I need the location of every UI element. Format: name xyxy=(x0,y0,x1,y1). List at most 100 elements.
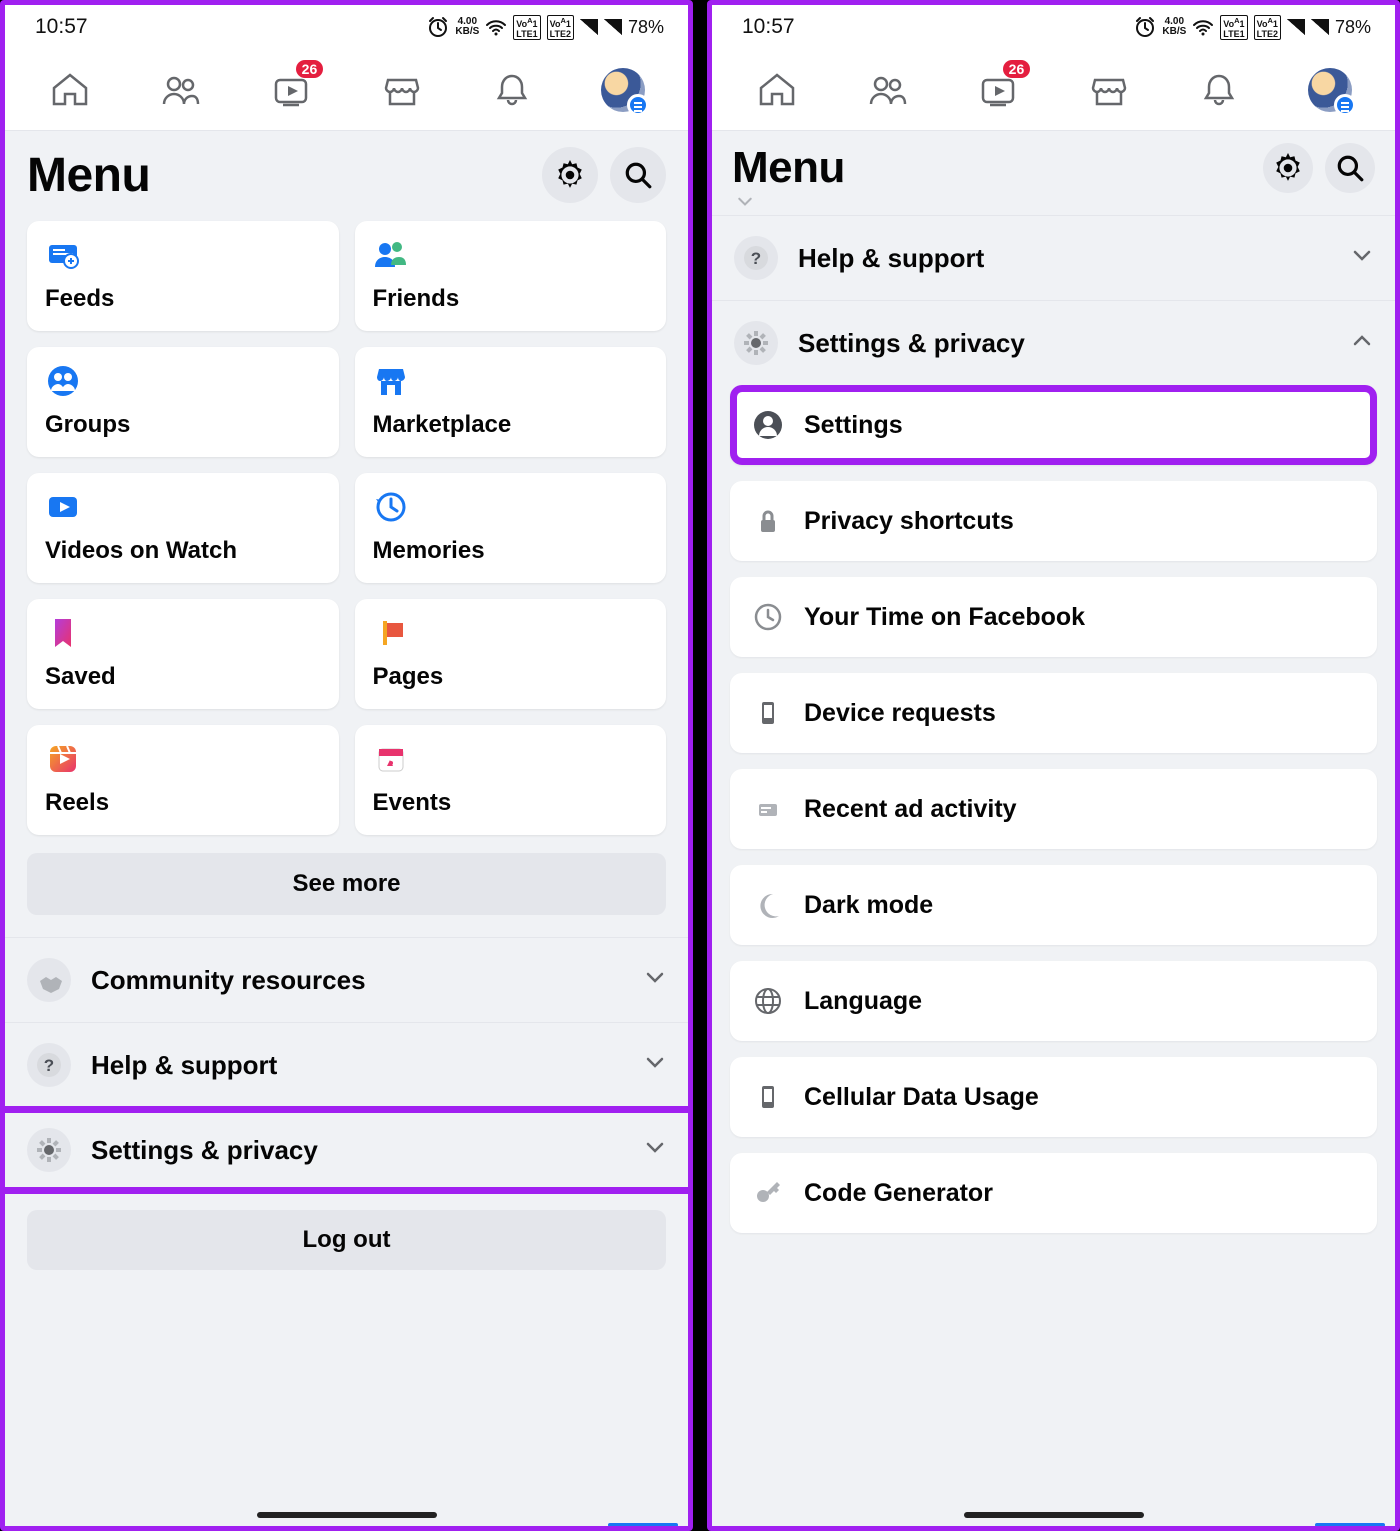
shortcut-label: Feeds xyxy=(45,285,321,313)
fb-top-nav: 26 xyxy=(712,49,1395,131)
shortcut-label: Saved xyxy=(45,663,321,691)
section-label: Settings & privacy xyxy=(91,1135,318,1166)
nav-watch[interactable]: 26 xyxy=(974,66,1022,114)
section-label: Community resources xyxy=(91,965,366,996)
nav-home[interactable] xyxy=(46,66,94,114)
search-button[interactable] xyxy=(1325,143,1375,193)
nav-notifications[interactable] xyxy=(488,66,536,114)
shortcut-label: Videos on Watch xyxy=(45,537,321,565)
left-screenshot: 10:57 4.00 KB/S VoA1LTE1 VoA1LTE2 78% xyxy=(0,0,693,1531)
hamburger-icon xyxy=(1334,94,1356,116)
settings-item-label: Cellular Data Usage xyxy=(804,1083,1039,1112)
globe-icon xyxy=(750,983,786,1019)
wifi-icon xyxy=(485,17,507,37)
nav-home[interactable] xyxy=(753,66,801,114)
chevron-down-icon xyxy=(644,965,666,996)
settings-item-settings[interactable]: Settings xyxy=(730,385,1377,465)
search-button[interactable] xyxy=(610,147,666,203)
status-bar: 10:57 4.00 KB/S VoA1LTE1 VoA1LTE2 78% xyxy=(5,5,688,49)
marketplace-icon xyxy=(373,363,409,399)
settings-item-privacy-shortcuts[interactable]: Privacy shortcuts xyxy=(730,481,1377,561)
status-lte1: VoA1LTE1 xyxy=(1220,15,1247,40)
settings-item-device-requests[interactable]: Device requests xyxy=(730,673,1377,753)
section-help-support[interactable]: Help & support xyxy=(712,215,1395,301)
moon-icon xyxy=(750,887,786,923)
section-settings-privacy[interactable]: Settings & privacy xyxy=(712,301,1395,385)
section-settings-privacy[interactable]: Settings & privacy xyxy=(5,1107,688,1192)
settings-item-label: Code Generator xyxy=(804,1179,993,1208)
scroll-peek xyxy=(712,195,1395,215)
gear-icon xyxy=(734,321,778,365)
status-netspeed-bottom: KB/S xyxy=(1162,27,1186,37)
saved-icon xyxy=(45,615,81,651)
status-lte2: VoA1LTE2 xyxy=(547,15,574,40)
chevron-down-icon xyxy=(1351,243,1373,274)
signal-1-icon xyxy=(1287,19,1305,35)
settings-item-label: Recent ad activity xyxy=(804,795,1017,824)
nav-marketplace[interactable] xyxy=(1085,66,1133,114)
status-lte2: VoA1LTE2 xyxy=(1254,15,1281,40)
shortcut-marketplace[interactable]: Marketplace xyxy=(355,347,667,457)
status-lte1: VoA1LTE1 xyxy=(513,15,540,40)
section-community-resources[interactable]: Community resources xyxy=(5,937,688,1022)
shortcut-reels[interactable]: Reels xyxy=(27,725,339,835)
nav-watch[interactable]: 26 xyxy=(267,66,315,114)
groups-icon xyxy=(45,363,81,399)
settings-item-dark-mode[interactable]: Dark mode xyxy=(730,865,1377,945)
nav-friends[interactable] xyxy=(157,66,205,114)
active-tab-underline xyxy=(1315,1523,1385,1527)
handshake-icon xyxy=(27,958,71,1002)
page-title: Menu xyxy=(27,148,150,203)
settings-item-label: Your Time on Facebook xyxy=(804,603,1085,632)
shortcut-saved[interactable]: Saved xyxy=(27,599,339,709)
nav-marketplace[interactable] xyxy=(378,66,426,114)
ads-icon xyxy=(750,791,786,827)
alarm-icon xyxy=(427,16,449,38)
settings-item-your-time[interactable]: Your Time on Facebook xyxy=(730,577,1377,657)
status-time: 10:57 xyxy=(742,15,795,39)
shortcut-feeds[interactable]: Feeds xyxy=(27,221,339,331)
settings-item-cellular-data[interactable]: Cellular Data Usage xyxy=(730,1057,1377,1137)
gesture-bar xyxy=(257,1512,437,1518)
logout-button[interactable]: Log out xyxy=(27,1210,666,1270)
nav-friends[interactable] xyxy=(864,66,912,114)
nav-notifications[interactable] xyxy=(1195,66,1243,114)
section-help-support[interactable]: Help & support xyxy=(5,1022,688,1107)
gesture-bar xyxy=(964,1512,1144,1518)
shortcut-memories[interactable]: Memories xyxy=(355,473,667,583)
shortcut-groups[interactable]: Groups xyxy=(27,347,339,457)
shortcut-friends[interactable]: Friends xyxy=(355,221,667,331)
shortcut-label: Marketplace xyxy=(373,411,649,439)
nav-menu[interactable] xyxy=(599,66,647,114)
logout-label: Log out xyxy=(303,1226,391,1254)
shortcut-events[interactable]: Events xyxy=(355,725,667,835)
hamburger-icon xyxy=(627,94,649,116)
signal-1-icon xyxy=(580,19,598,35)
settings-gear-button[interactable] xyxy=(1263,143,1313,193)
settings-item-code-generator[interactable]: Code Generator xyxy=(730,1153,1377,1233)
section-label: Help & support xyxy=(798,243,984,274)
nav-menu[interactable] xyxy=(1306,66,1354,114)
shortcut-label: Reels xyxy=(45,789,321,817)
avatar-icon xyxy=(1308,68,1352,112)
shortcut-pages[interactable]: Pages xyxy=(355,599,667,709)
menu-header: Menu xyxy=(712,131,1395,195)
reels-icon xyxy=(45,741,81,777)
settings-item-language[interactable]: Language xyxy=(730,961,1377,1041)
friends-icon xyxy=(373,237,409,273)
feeds-icon xyxy=(45,237,81,273)
settings-gear-button[interactable] xyxy=(542,147,598,203)
person-circle-icon xyxy=(750,407,786,443)
alarm-icon xyxy=(1134,16,1156,38)
settings-item-recent-ad-activity[interactable]: Recent ad activity xyxy=(730,769,1377,849)
right-screenshot: 10:57 4.00 KB/S VoA1LTE1 VoA1LTE2 78% xyxy=(707,0,1400,1531)
device-icon xyxy=(750,695,786,731)
fb-top-nav: 26 xyxy=(5,49,688,131)
wifi-icon xyxy=(1192,17,1214,37)
status-time: 10:57 xyxy=(35,15,88,39)
shortcut-videos[interactable]: Videos on Watch xyxy=(27,473,339,583)
see-more-button[interactable]: See more xyxy=(27,853,666,915)
section-label: Help & support xyxy=(91,1050,277,1081)
settings-item-label: Language xyxy=(804,987,922,1016)
chevron-down-icon xyxy=(644,1135,666,1166)
